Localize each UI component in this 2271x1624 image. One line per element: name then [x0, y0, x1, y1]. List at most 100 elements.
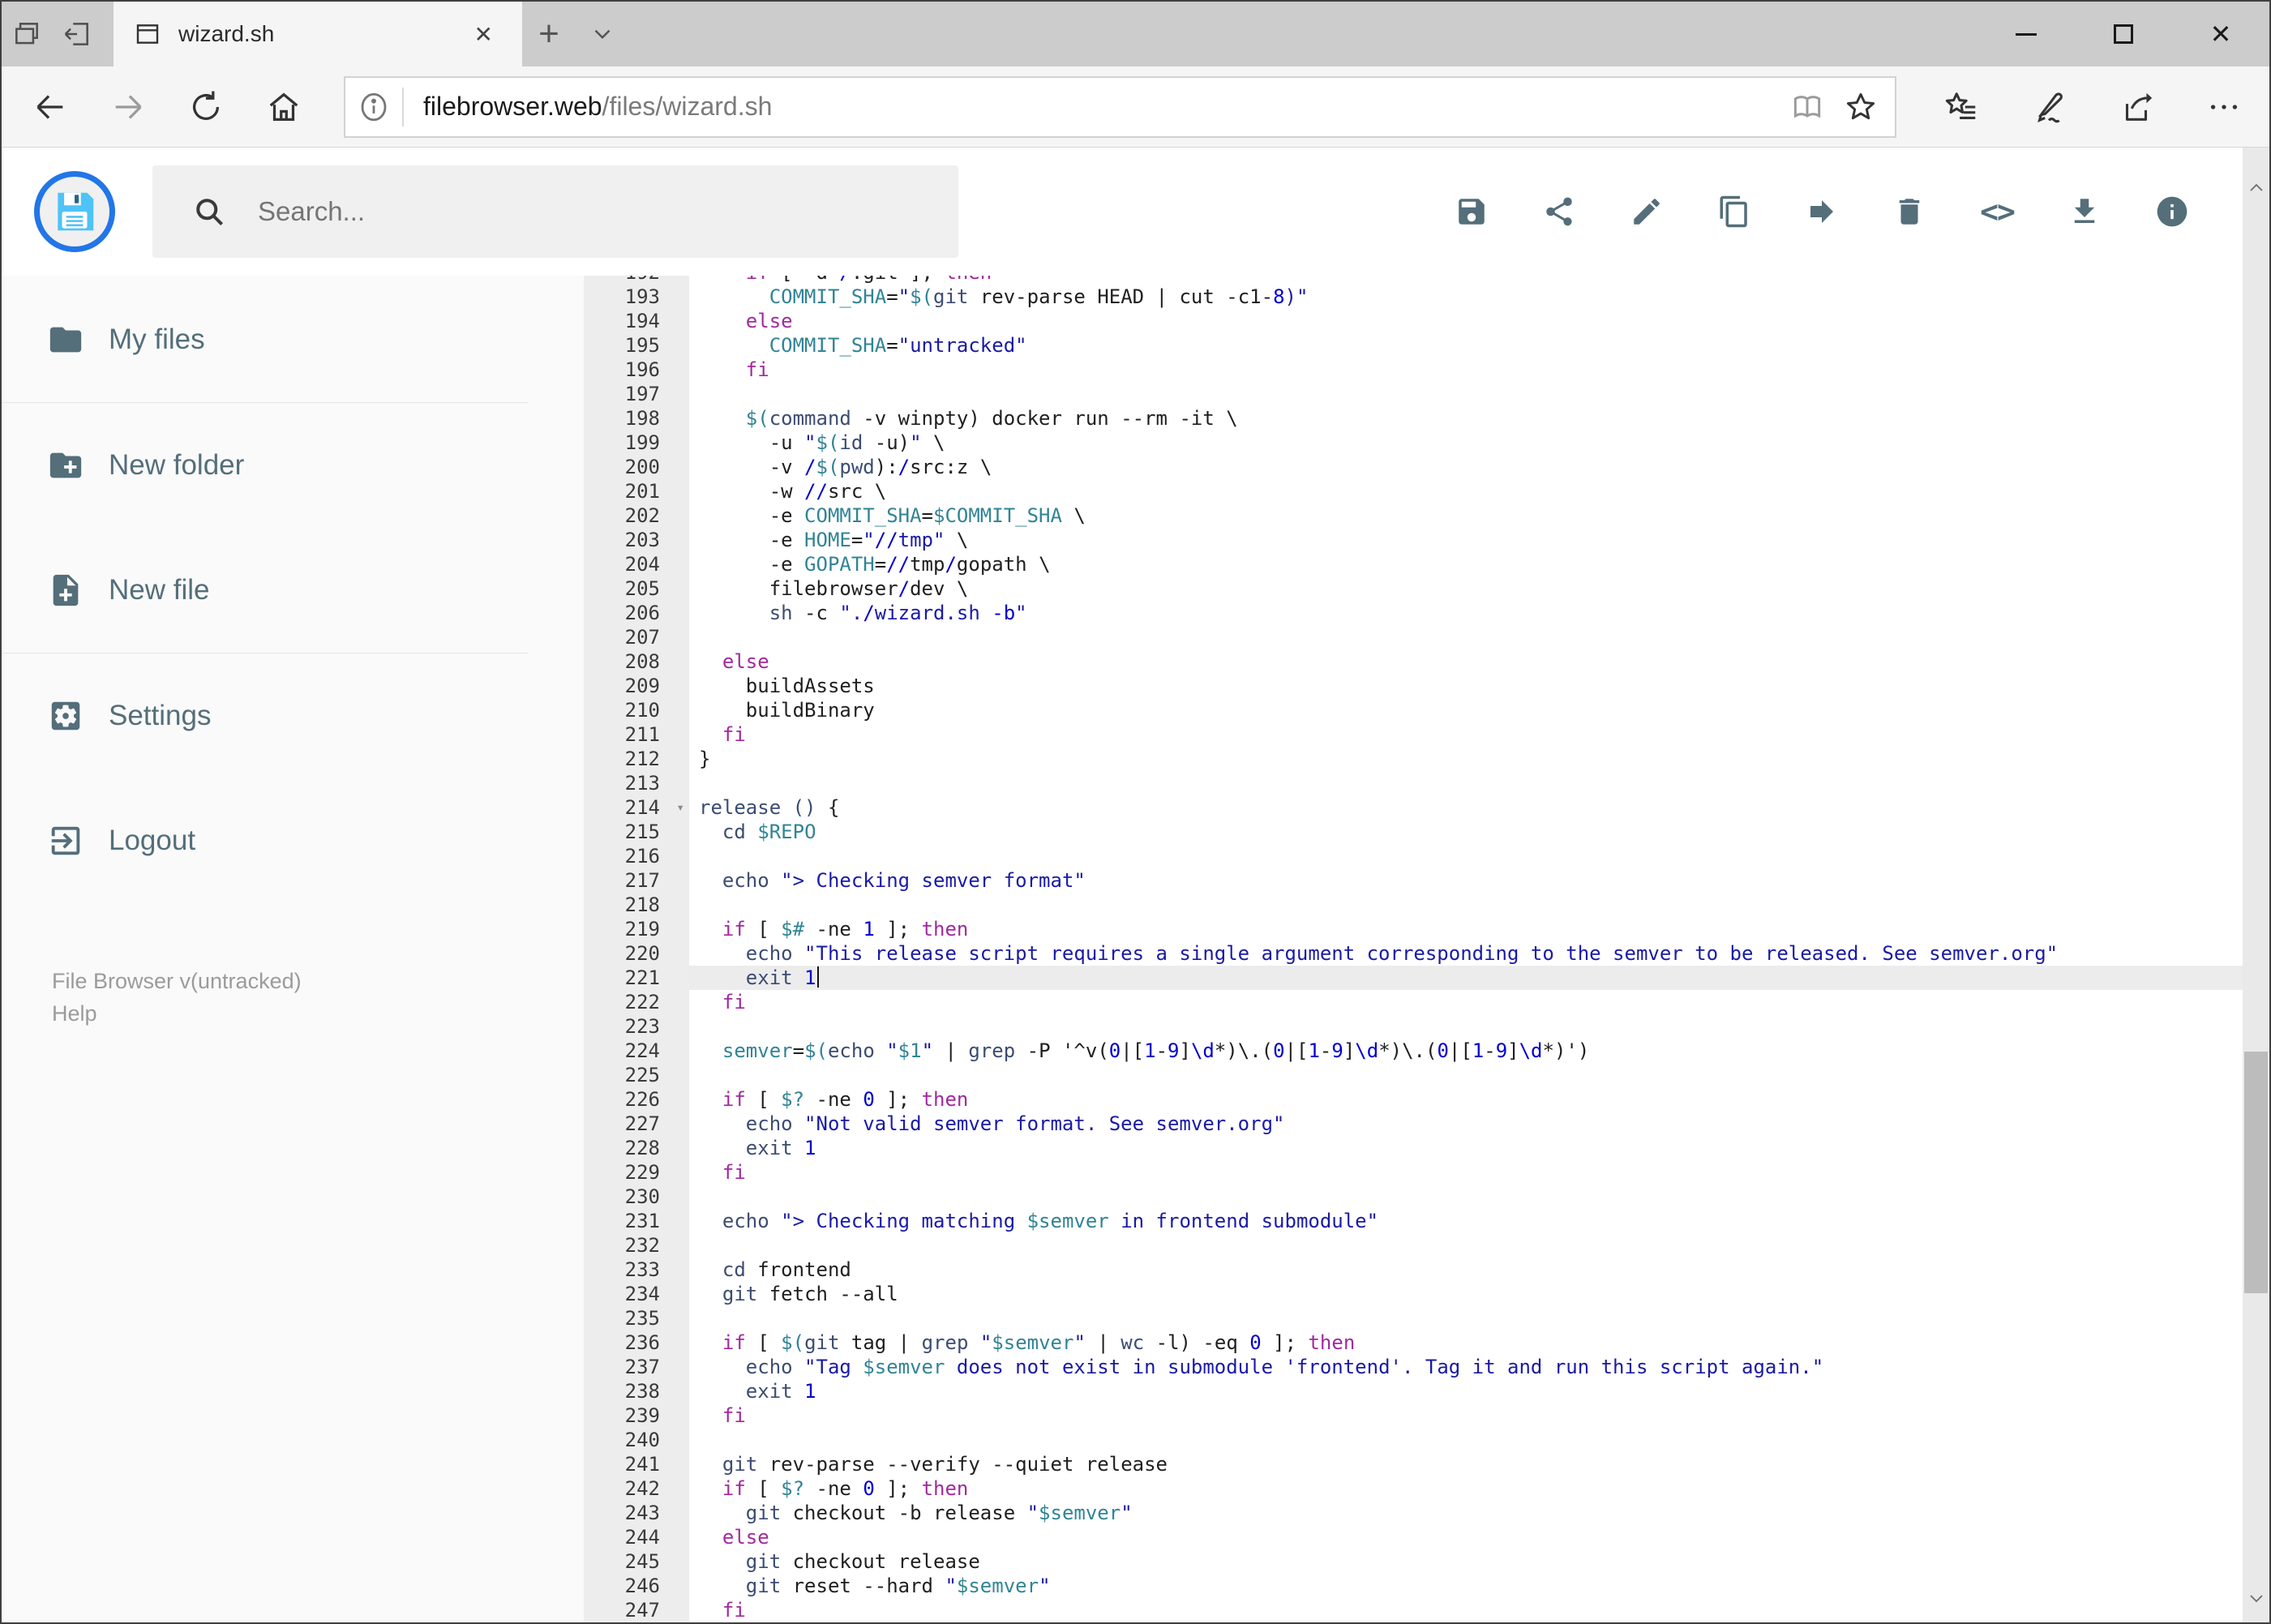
refresh-icon[interactable]	[183, 84, 229, 130]
sidebar-item-logout[interactable]: Logout	[2, 812, 584, 869]
tab-preview-icon[interactable]	[2, 2, 52, 66]
code-line[interactable]: echo "> Checking matching $semver in fro…	[689, 1209, 2269, 1233]
code-line[interactable]: echo "This release script requires a sin…	[689, 941, 2269, 966]
site-info-icon[interactable]	[345, 90, 402, 124]
code-line[interactable]	[689, 625, 2269, 649]
code-line[interactable]: exit 1	[689, 1136, 2269, 1160]
url-bar[interactable]: filebrowser.web/files/wizard.sh	[344, 75, 1896, 138]
code-line[interactable]: fi	[689, 1598, 2269, 1622]
code-line[interactable]: else	[689, 649, 2269, 674]
share-page-icon[interactable]	[2114, 84, 2159, 130]
code-line[interactable]	[689, 893, 2269, 917]
code-line[interactable]: }	[689, 747, 2269, 771]
new-tab-button[interactable]: +	[522, 2, 576, 66]
code-line[interactable]: -e HOME="//tmp" \	[689, 528, 2269, 552]
code-line[interactable]: -e GOPATH=//tmp/gopath \	[689, 552, 2269, 576]
code-editor[interactable]: 1921931941951961971981992002012022032042…	[584, 276, 2269, 1622]
close-button[interactable]: ✕	[2172, 2, 2269, 66]
code-line[interactable]: -e COMMIT_SHA=$COMMIT_SHA \	[689, 503, 2269, 528]
favorite-star-icon[interactable]	[1838, 84, 1883, 130]
code-line[interactable]	[689, 1185, 2269, 1209]
code-line[interactable]: sh -c "./wizard.sh -b"	[689, 601, 2269, 625]
code-line[interactable]	[689, 1306, 2269, 1330]
search-input[interactable]: Search...	[152, 165, 958, 258]
code-line[interactable]	[689, 1428, 2269, 1452]
code-line[interactable]: COMMIT_SHA="$(git rev-parse HEAD | cut -…	[689, 285, 2269, 309]
code-line[interactable]: echo "Not valid semver format. See semve…	[689, 1112, 2269, 1136]
sidebar-item-my-files[interactable]: My files	[2, 311, 584, 368]
ink-notes-icon[interactable]	[2026, 84, 2072, 130]
info-icon[interactable]	[2154, 194, 2190, 229]
code-line[interactable]: echo "Tag $semver does not exist in subm…	[689, 1355, 2269, 1379]
code-line[interactable]: git reset --hard "$semver"	[689, 1574, 2269, 1598]
browser-tab[interactable]: wizard.sh ✕	[114, 2, 522, 66]
code-line[interactable]: if [ $# -ne 1 ]; then	[689, 917, 2269, 941]
code-line[interactable]	[689, 1014, 2269, 1039]
code-icon[interactable]: <>	[1979, 194, 2016, 229]
edit-icon[interactable]	[1629, 194, 1665, 229]
code-line[interactable]: fi	[689, 1403, 2269, 1428]
code-line[interactable]: $(command -v winpty) docker run --rm -it…	[689, 406, 2269, 431]
code-line[interactable]: buildBinary	[689, 698, 2269, 722]
code-line[interactable]: echo "> Checking semver format"	[689, 868, 2269, 893]
code-line[interactable]	[689, 382, 2269, 406]
code-line[interactable]: exit 1	[689, 1379, 2269, 1403]
code-line[interactable]	[689, 1063, 2269, 1087]
code-line[interactable]: buildAssets	[689, 674, 2269, 698]
home-icon[interactable]	[261, 84, 306, 130]
scroll-up-icon[interactable]	[2243, 170, 2269, 206]
sidebar-item-new-folder[interactable]: New folder	[2, 437, 584, 494]
delete-icon[interactable]	[1892, 194, 1927, 229]
code-line[interactable]: -u "$(id -u)" \	[689, 431, 2269, 455]
tab-list-chevron-icon[interactable]	[576, 2, 629, 66]
code-line[interactable]: fi	[689, 1160, 2269, 1185]
copy-icon[interactable]	[1716, 194, 1752, 229]
code-line[interactable]: exit 1	[689, 966, 2269, 990]
code-line[interactable]	[689, 1233, 2269, 1258]
set-tabs-aside-icon[interactable]	[52, 2, 102, 66]
code-line[interactable]: cd $REPO	[689, 820, 2269, 844]
fold-marker-icon[interactable]: ▾	[676, 795, 684, 820]
code-line[interactable]: -w //src \	[689, 479, 2269, 503]
sidebar-item-settings[interactable]: Settings	[2, 688, 584, 744]
scrollbar-thumb[interactable]	[2244, 1052, 2268, 1293]
code-line[interactable]: cd frontend	[689, 1258, 2269, 1282]
code-line[interactable]: git rev-parse --verify --quiet release	[689, 1452, 2269, 1476]
save-icon[interactable]	[1454, 194, 1489, 229]
code-line[interactable]: if [ $? -ne 0 ]; then	[689, 1476, 2269, 1501]
code-line[interactable]	[689, 844, 2269, 868]
minimize-button[interactable]	[1977, 2, 2075, 66]
maximize-button[interactable]	[2075, 2, 2172, 66]
code-line[interactable]: filebrowser/dev \	[689, 576, 2269, 601]
code-line[interactable]: if [ -d /.git ]; then	[689, 276, 2269, 285]
help-link[interactable]: Help	[52, 997, 584, 1030]
code-line[interactable]: semver=$(echo "$1" | grep -P '^v(0|[1-9]…	[689, 1039, 2269, 1063]
forward-icon[interactable]	[105, 84, 151, 130]
code-line[interactable]: if [ $? -ne 0 ]; then	[689, 1087, 2269, 1112]
code-line[interactable]: else	[689, 309, 2269, 333]
back-icon[interactable]	[28, 84, 73, 130]
url-text[interactable]: filebrowser.web/files/wizard.sh	[423, 92, 772, 122]
code-line[interactable]: fi	[689, 722, 2269, 747]
code-line[interactable]: fi	[689, 358, 2269, 382]
code-line[interactable]: fi	[689, 990, 2269, 1014]
more-options-icon[interactable]	[2201, 84, 2247, 130]
sidebar-item-new-file[interactable]: New file	[2, 562, 584, 619]
code-line[interactable]: git fetch --all	[689, 1282, 2269, 1306]
code-line[interactable]: release () {	[689, 795, 2269, 820]
code-line[interactable]: if [ $(git tag | grep "$semver" | wc -l)…	[689, 1330, 2269, 1355]
page-scrollbar[interactable]	[2243, 148, 2269, 1622]
code-line[interactable]: git checkout release	[689, 1549, 2269, 1574]
code-lines[interactable]: if [ -d /.git ]; then COMMIT_SHA="$(git …	[689, 276, 2269, 1622]
code-line[interactable]: git checkout -b release "$semver"	[689, 1501, 2269, 1525]
code-line[interactable]: -v /$(pwd):/src:z \	[689, 455, 2269, 479]
reading-view-icon[interactable]	[1785, 84, 1830, 130]
download-icon[interactable]	[2067, 194, 2102, 229]
filebrowser-logo[interactable]	[34, 171, 115, 252]
code-line[interactable]	[689, 771, 2269, 795]
share-icon[interactable]	[1541, 194, 1577, 229]
tab-close-icon[interactable]: ✕	[474, 21, 493, 48]
move-icon[interactable]	[1804, 194, 1840, 229]
scroll-down-icon[interactable]	[2243, 1580, 2269, 1616]
code-line[interactable]: COMMIT_SHA="untracked"	[689, 333, 2269, 358]
